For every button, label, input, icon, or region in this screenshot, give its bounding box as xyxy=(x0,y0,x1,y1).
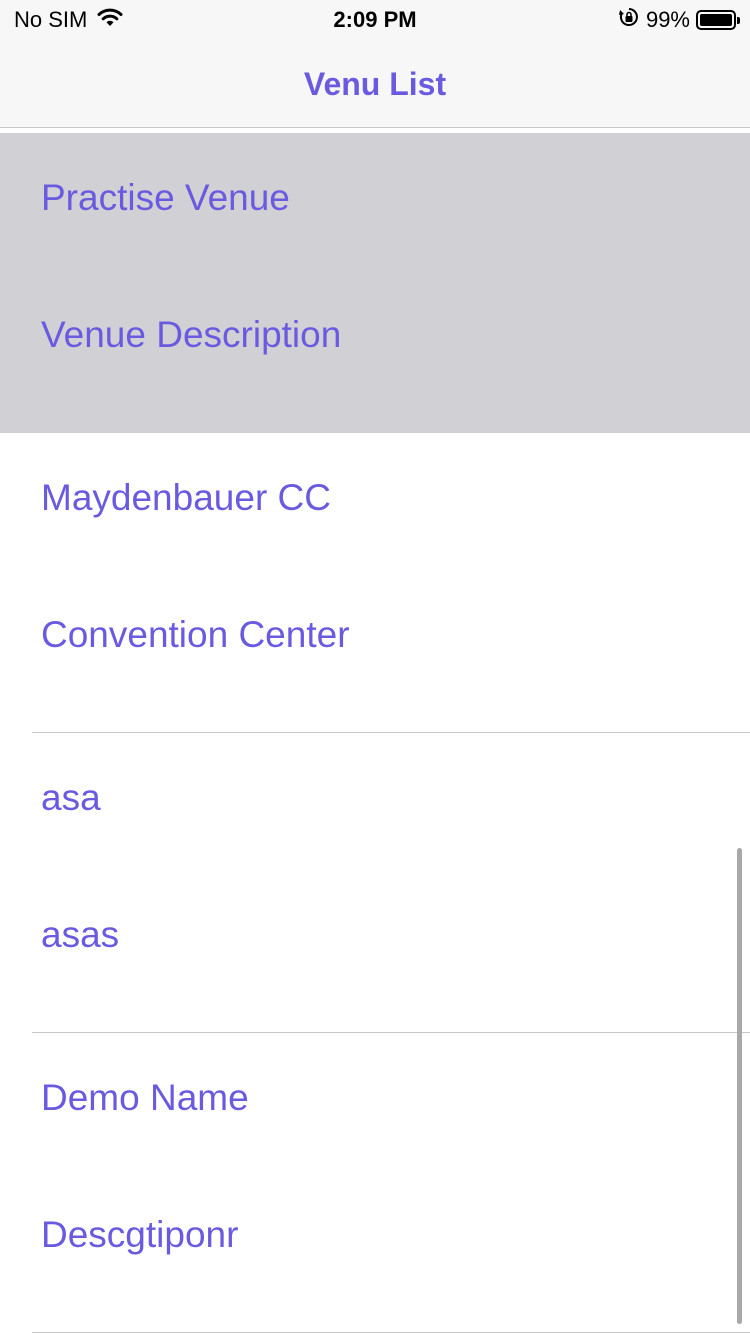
venue-name: asa xyxy=(41,777,101,818)
navigation-bar: Venu List xyxy=(0,40,750,128)
battery-fill xyxy=(700,14,732,26)
venue-description: Convention Center xyxy=(41,614,350,655)
venue-row[interactable]: asa asas xyxy=(0,733,750,1033)
row-separator xyxy=(32,1332,750,1333)
venue-list[interactable]: Practise Venue Venue Description Maydenbau… xyxy=(0,133,750,1333)
venue-row[interactable]: Demo Name Descgtiponr xyxy=(0,1033,750,1333)
rotation-lock-icon xyxy=(618,6,640,34)
page-title: Venu List xyxy=(303,66,447,102)
venue-description: asas xyxy=(41,914,120,955)
battery-percent: 99% xyxy=(645,7,690,32)
battery-cap xyxy=(737,17,740,24)
venue-description: Descgtiponr xyxy=(41,1214,239,1255)
venue-row[interactable]: Maydenbauer CC Convention Center xyxy=(0,433,750,733)
status-bar: No SIM 2:09 PM 99% xyxy=(0,0,750,40)
status-right: 99% xyxy=(618,6,740,34)
scroll-indicator[interactable] xyxy=(737,848,742,1324)
venue-description: Venue Description xyxy=(41,314,342,355)
venue-name: Practise Venue xyxy=(41,177,290,218)
venue-name: Demo Name xyxy=(41,1077,249,1118)
venue-name: Maydenbauer CC xyxy=(41,477,331,518)
battery-icon xyxy=(696,10,740,30)
venue-row[interactable]: Practise Venue Venue Description xyxy=(0,133,750,433)
